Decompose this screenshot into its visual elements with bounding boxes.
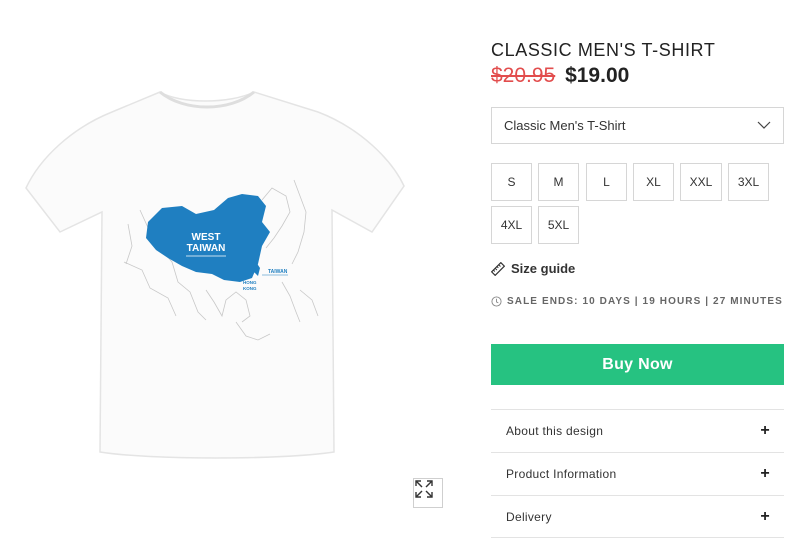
price-row: $20.95 $19.00 xyxy=(491,64,629,88)
chevron-down-icon xyxy=(757,121,771,129)
old-price: $20.95 xyxy=(491,64,556,87)
accordion-about-design[interactable]: About this design + xyxy=(491,409,784,452)
size-guide-label: Size guide xyxy=(511,261,576,276)
size-option-l[interactable]: L xyxy=(586,163,627,201)
size-guide-link[interactable]: Size guide xyxy=(491,261,575,276)
buy-now-button[interactable]: Buy Now xyxy=(491,344,784,385)
size-option-4xl[interactable]: 4XL xyxy=(491,206,532,244)
map-label-kong: KONG xyxy=(243,286,257,291)
size-option-5xl[interactable]: 5XL xyxy=(538,206,579,244)
map-label-hong: HONG xyxy=(243,280,257,285)
accordion-product-information[interactable]: Product Information + xyxy=(491,452,784,495)
style-select[interactable]: Classic Men's T-Shirt xyxy=(491,107,784,144)
ruler-icon xyxy=(491,261,505,276)
sale-countdown-text: SALE ENDS: 10 DAYS | 19 HOURS | 27 MINUT… xyxy=(507,296,783,307)
zoom-button[interactable] xyxy=(413,478,443,508)
plus-icon: + xyxy=(760,422,770,439)
product-title: CLASSIC MEN'S T-SHIRT xyxy=(491,40,716,60)
tshirt-illustration: WEST TAIWAN TAIWAN HONG KONG xyxy=(25,90,405,459)
plus-icon: + xyxy=(760,465,770,482)
size-option-s[interactable]: S xyxy=(491,163,532,201)
clock-icon xyxy=(491,296,502,307)
style-select-value: Classic Men's T-Shirt xyxy=(504,118,626,133)
map-label-west: WEST xyxy=(192,232,221,243)
size-option-3xl[interactable]: 3XL xyxy=(728,163,769,201)
info-accordion: About this design + Product Information … xyxy=(491,409,784,538)
product-image[interactable]: WEST TAIWAN TAIWAN HONG KONG xyxy=(0,0,455,547)
accordion-label: About this design xyxy=(506,424,604,438)
expand-icon xyxy=(415,480,433,498)
accordion-label: Delivery xyxy=(506,509,552,524)
sale-price: $19.00 xyxy=(565,64,630,87)
accordion-label: Product Information xyxy=(506,467,617,481)
size-option-m[interactable]: M xyxy=(538,163,579,201)
map-label-taiwan: TAIWAN xyxy=(268,269,288,275)
plus-icon: + xyxy=(760,507,770,525)
accordion-delivery[interactable]: Delivery + xyxy=(491,495,784,538)
map-label-taiwan-region: TAIWAN xyxy=(187,243,226,254)
size-option-xl[interactable]: XL xyxy=(633,163,674,201)
size-option-xxl[interactable]: XXL xyxy=(680,163,722,201)
sale-countdown: SALE ENDS: 10 DAYS | 19 HOURS | 27 MINUT… xyxy=(491,296,783,307)
